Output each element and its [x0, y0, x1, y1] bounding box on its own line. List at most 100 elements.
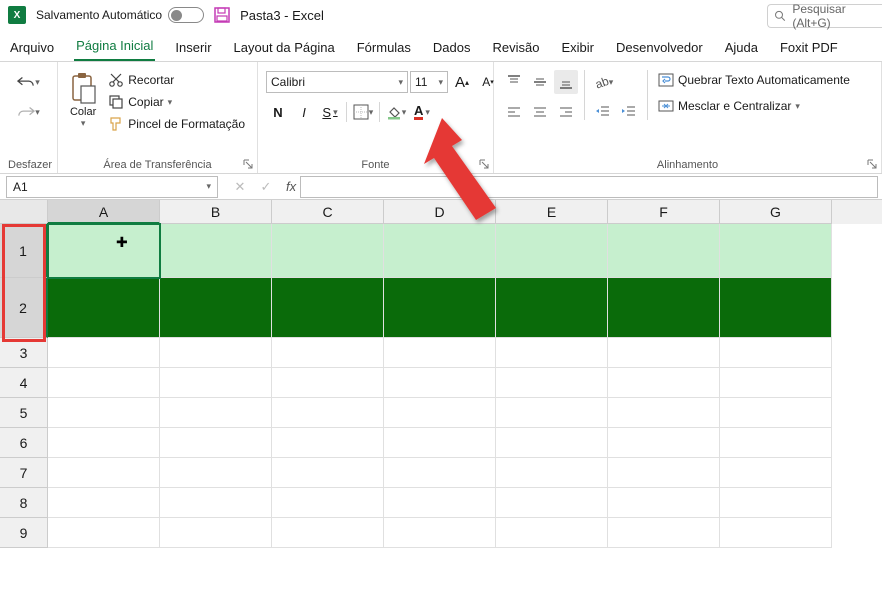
- cell[interactable]: [48, 278, 160, 338]
- tab-inserir[interactable]: Inserir: [173, 34, 213, 61]
- row-header-7[interactable]: 7: [0, 458, 48, 488]
- copy-button[interactable]: Copiar ▾: [104, 92, 249, 112]
- align-top-button[interactable]: [502, 70, 526, 94]
- tab-formulas[interactable]: Fórmulas: [355, 34, 413, 61]
- cell[interactable]: [720, 278, 832, 338]
- cell[interactable]: [160, 278, 272, 338]
- cell[interactable]: [48, 398, 160, 428]
- cell[interactable]: [272, 368, 384, 398]
- cell[interactable]: [272, 398, 384, 428]
- cell[interactable]: [272, 428, 384, 458]
- tab-dados[interactable]: Dados: [431, 34, 473, 61]
- col-header-B[interactable]: B: [160, 200, 272, 224]
- cell[interactable]: [384, 224, 496, 278]
- tab-layout[interactable]: Layout da Página: [232, 34, 337, 61]
- fx-icon[interactable]: fx: [282, 179, 300, 194]
- dialog-launcher-icon[interactable]: [243, 159, 253, 169]
- format-painter-button[interactable]: Pincel de Formatação: [104, 114, 249, 134]
- cell[interactable]: [720, 428, 832, 458]
- tab-ajuda[interactable]: Ajuda: [723, 34, 760, 61]
- cell[interactable]: [272, 338, 384, 368]
- increase-font-button[interactable]: A▴: [450, 70, 474, 94]
- row-header-8[interactable]: 8: [0, 488, 48, 518]
- row-header-4[interactable]: 4: [0, 368, 48, 398]
- align-bottom-button[interactable]: [554, 70, 578, 94]
- borders-button[interactable]: ▾: [351, 100, 375, 124]
- cell[interactable]: [608, 224, 720, 278]
- cell[interactable]: [720, 368, 832, 398]
- tab-pagina-inicial[interactable]: Página Inicial: [74, 32, 155, 61]
- cell[interactable]: [384, 428, 496, 458]
- cell[interactable]: [496, 428, 608, 458]
- cell[interactable]: [160, 458, 272, 488]
- row-header-6[interactable]: 6: [0, 428, 48, 458]
- italic-button[interactable]: I: [292, 100, 316, 124]
- row-header-1[interactable]: 1: [0, 224, 48, 278]
- col-header-C[interactable]: C: [272, 200, 384, 224]
- cell[interactable]: [608, 428, 720, 458]
- cell[interactable]: [608, 488, 720, 518]
- merge-center-button[interactable]: Mesclar e Centralizar ▾: [654, 96, 854, 116]
- cell[interactable]: [608, 278, 720, 338]
- cell[interactable]: [720, 488, 832, 518]
- cell[interactable]: [384, 458, 496, 488]
- cell[interactable]: [48, 428, 160, 458]
- cell[interactable]: [608, 458, 720, 488]
- autosave-toggle[interactable]: [168, 7, 204, 23]
- tab-desenvolvedor[interactable]: Desenvolvedor: [614, 34, 705, 61]
- bold-button[interactable]: N: [266, 100, 290, 124]
- cell[interactable]: [48, 338, 160, 368]
- cell[interactable]: [160, 224, 272, 278]
- cell[interactable]: [384, 488, 496, 518]
- cell[interactable]: [272, 458, 384, 488]
- tab-foxit[interactable]: Foxit PDF: [778, 34, 840, 61]
- cell[interactable]: [496, 224, 608, 278]
- cell[interactable]: [720, 338, 832, 368]
- cell[interactable]: [720, 398, 832, 428]
- col-header-D[interactable]: D: [384, 200, 496, 224]
- row-header-9[interactable]: 9: [0, 518, 48, 548]
- align-left-button[interactable]: [502, 100, 526, 124]
- cell[interactable]: [496, 488, 608, 518]
- cell-A1[interactable]: [48, 224, 160, 278]
- font-name-select[interactable]: Calibri ▾: [266, 71, 408, 93]
- cut-button[interactable]: Recortar: [104, 70, 249, 90]
- cell[interactable]: [384, 338, 496, 368]
- name-box[interactable]: A1 ▾: [6, 176, 218, 198]
- select-all-corner[interactable]: [0, 200, 48, 224]
- col-header-A[interactable]: A: [48, 200, 160, 224]
- cell[interactable]: [272, 488, 384, 518]
- fill-color-button[interactable]: ▾: [384, 100, 408, 124]
- underline-button[interactable]: S▾: [318, 100, 342, 124]
- cell[interactable]: [48, 488, 160, 518]
- align-center-button[interactable]: [528, 100, 552, 124]
- font-size-select[interactable]: 11 ▾: [410, 71, 448, 93]
- row-header-2[interactable]: 2: [0, 278, 48, 338]
- col-header-G[interactable]: G: [720, 200, 832, 224]
- redo-button[interactable]: ▾: [9, 100, 49, 124]
- increase-indent-button[interactable]: [617, 100, 641, 124]
- undo-button[interactable]: ▾: [9, 70, 49, 94]
- wrap-text-button[interactable]: Quebrar Texto Automaticamente: [654, 70, 854, 90]
- cell[interactable]: [608, 398, 720, 428]
- cell[interactable]: [384, 398, 496, 428]
- col-header-E[interactable]: E: [496, 200, 608, 224]
- cell[interactable]: [496, 518, 608, 548]
- cell[interactable]: [160, 428, 272, 458]
- cell[interactable]: [496, 458, 608, 488]
- cell[interactable]: [608, 338, 720, 368]
- font-color-button[interactable]: A ▾: [410, 100, 434, 124]
- save-icon[interactable]: [214, 7, 230, 23]
- formula-input[interactable]: [300, 176, 878, 198]
- row-header-3[interactable]: 3: [0, 338, 48, 368]
- decrease-indent-button[interactable]: [591, 100, 615, 124]
- cell[interactable]: [496, 368, 608, 398]
- cell[interactable]: [272, 518, 384, 548]
- dialog-launcher-icon[interactable]: [867, 159, 877, 169]
- cell[interactable]: [720, 518, 832, 548]
- align-right-button[interactable]: [554, 100, 578, 124]
- cell[interactable]: [496, 398, 608, 428]
- cell[interactable]: [160, 368, 272, 398]
- cell[interactable]: [160, 338, 272, 368]
- cell[interactable]: [272, 278, 384, 338]
